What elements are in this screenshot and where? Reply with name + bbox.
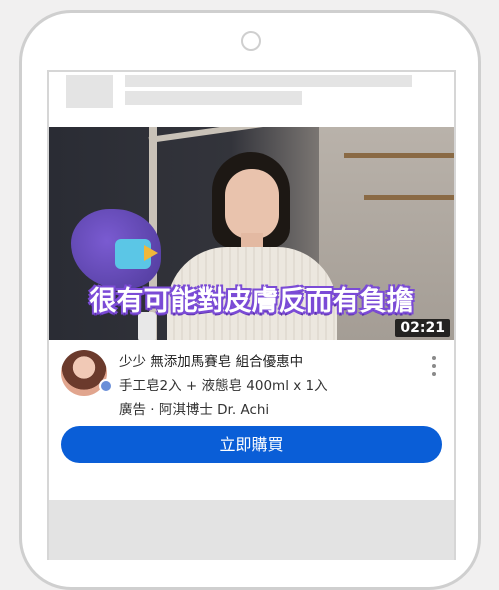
ad-meta: 廣告 · 阿淇博士 Dr. Achi [119,402,270,418]
video-shelf [344,153,454,158]
phone-screen: 很有可能對皮膚反而有負擔 02:21 少少 無添加馬賽皂 組合優惠中 手工皂2入… [47,70,456,560]
ad-subtitle: 手工皂2入 + 液態皂 400ml x 1入 [119,378,328,394]
placeholder-avatar [66,75,113,108]
camera-icon [241,31,261,51]
buy-now-button[interactable]: 立即購買 [61,426,442,463]
placeholder-line [125,75,412,87]
ad-title[interactable]: 少少 無添加馬賽皂 組合優惠中 [119,350,303,370]
placeholder-line [125,91,302,105]
dot [432,364,436,368]
more-options-icon[interactable] [427,354,441,378]
next-content-placeholder [49,500,454,560]
avatar-badge [99,379,113,393]
dot [432,356,436,360]
dot [432,372,436,376]
video-duration-badge: 02:21 [395,319,450,337]
video-beam [148,127,318,143]
video-shelf [364,195,454,200]
person-face [225,169,279,239]
video-thumbnail[interactable]: 很有可能對皮膚反而有負擔 02:21 [49,127,454,340]
mascot-beak [144,245,158,261]
video-caption: 很有可能對皮膚反而有負擔 [89,286,414,317]
